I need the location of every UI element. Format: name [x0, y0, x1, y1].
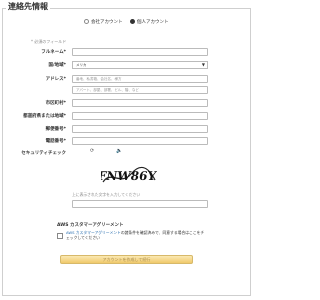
prefecture-input[interactable] [72, 112, 208, 120]
captcha-text: FNW86Y [100, 169, 158, 183]
address-label: アドレス* [45, 77, 66, 82]
city-label: 市区町村* [45, 101, 66, 106]
create-account-button[interactable]: アカウントを作成して続行 [60, 255, 193, 264]
agreement-checkbox[interactable] [57, 233, 63, 239]
postal-code-input[interactable] [72, 125, 208, 133]
security-check-label: セキュリティチェック [21, 151, 66, 156]
phone-input[interactable] [72, 137, 208, 145]
radio-business-account[interactable] [84, 19, 89, 24]
country-value: メリカ [76, 63, 87, 67]
required-note: * 必須のフィールド [31, 39, 67, 44]
agreement-text: AWS カスタマーアグリーメントの諸条件を確認済みで、同意する場合はここをチェッ… [66, 230, 206, 240]
radio-personal-label: 個人アカウント [137, 20, 169, 25]
postal-code-label: 郵便番号* [45, 127, 66, 132]
audio-icon[interactable]: 🔈 [116, 148, 122, 154]
agreement-title: AWS カスタマーアグリーメント [57, 223, 124, 228]
address-line2-input[interactable]: アパート、部屋、部署、ビル、階、など [72, 86, 208, 94]
city-input[interactable] [72, 99, 208, 107]
prefecture-label: 都道府県または地域* [23, 114, 66, 119]
full-name-label: フルネーム* [41, 50, 66, 55]
address-line1-input[interactable]: 番地、私書箱、会社名、様方 [72, 75, 208, 83]
captcha-input[interactable] [72, 200, 208, 208]
captcha-instruction: 上に表示された文字を入力してください [72, 192, 141, 197]
radio-business-label: 会社アカウント [91, 20, 123, 25]
radio-personal-account[interactable] [130, 19, 135, 24]
chevron-down-icon: ▼ [201, 62, 205, 67]
country-select[interactable]: メリカ ▼ [72, 61, 208, 69]
full-name-input[interactable] [72, 48, 208, 56]
phone-label: 電話番号* [45, 139, 66, 144]
country-label: 国/地域* [48, 63, 67, 68]
refresh-icon[interactable]: ⟳ [90, 148, 94, 154]
section-title: 連絡先情報 [6, 1, 50, 12]
captcha-image: FNW86Y [100, 163, 158, 189]
